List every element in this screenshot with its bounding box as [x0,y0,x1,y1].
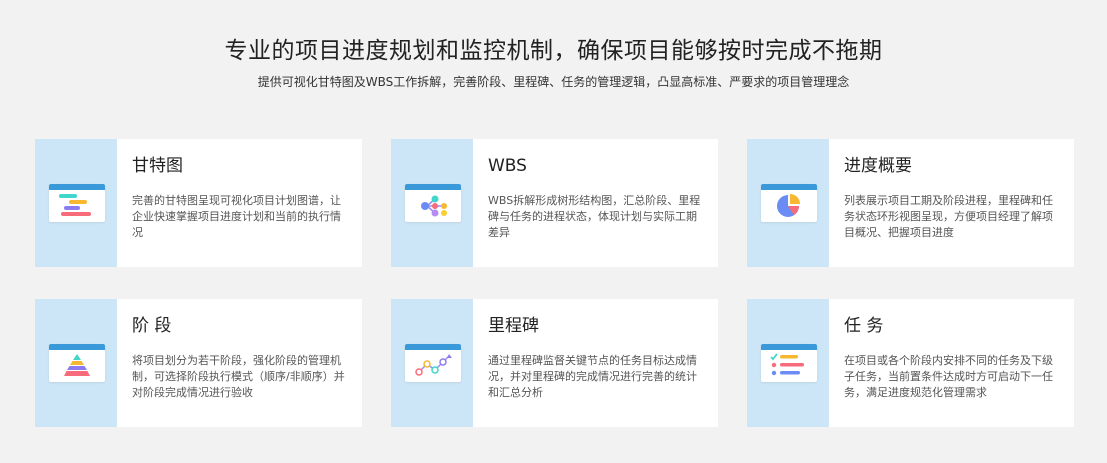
card-description: 在项目或各个阶段内安排不同的任务及下级子任务，当前置条件达成时方可启动下一任务，… [844,354,1053,399]
gantt-chart-icon [59,194,91,216]
card-title: 进度概要 [844,156,912,176]
icon-panel [747,139,829,267]
card-description: 列表展示项目工期及阶段进程，里程碑和任务状态环形视图呈现，方便项目经理了解项目概… [844,194,1053,239]
card-title: 甘特图 [132,156,183,176]
icon-panel [391,299,473,427]
card-description: WBS拆解形成树形结构图，汇总阶段、里程碑与任务的进程状态，体现计划与实际工期差… [488,194,701,239]
card-description: 完善的甘特图呈现可视化项目计划图谱，让企业快速掌握项目进度计划和当前的执行情况 [132,194,341,239]
icon-panel [35,299,117,427]
card-title: 任 务 [844,316,884,336]
card-title: 里程碑 [488,316,539,336]
wbs-tree-icon [421,195,447,217]
page-subtitle: 提供可视化甘特图及WBS工作拆解，完善阶段、里程碑、任务的管理逻辑，凸显高标准、… [257,75,850,89]
card-title: 阶 段 [132,316,172,336]
pyramid-icon [64,354,90,376]
feature-card-task[interactable]: 任 务 在项目或各个阶段内安排不同的任务及下级子任务，当前置条件达成时方可启动下… [747,299,1074,427]
card-description: 通过里程碑监督关键节点的任务目标达成情况，并对里程碑的完成情况进行完善的统计和汇… [488,354,697,399]
card-title: WBS [488,156,527,176]
feature-card-progress-overview[interactable]: 进度概要 列表展示项目工期及阶段进程，里程碑和任务状态环形视图呈现，方便项目经理… [747,139,1074,267]
icon-panel [391,139,473,267]
feature-card-milestone[interactable]: 里程碑 通过里程碑监督关键节点的任务目标达成情况，并对里程碑的完成情况进行完善的… [391,299,718,427]
task-list-icon [770,353,804,376]
page-title: 专业的项目进度规划和监控机制，确保项目能够按时完成不拖期 [224,38,883,64]
icon-panel [747,299,829,427]
icon-panel [35,139,117,267]
pie-chart-icon [777,194,800,217]
milestone-line-icon [415,354,452,376]
feature-card-gantt[interactable]: 甘特图 完善的甘特图呈现可视化项目计划图谱，让企业快速掌握项目进度计划和当前的执… [35,139,362,267]
feature-card-phase[interactable]: 阶 段 将项目划分为若干阶段，强化阶段的管理机制，可选择阶段执行模式（顺序/非顺… [35,299,362,427]
feature-card-wbs[interactable]: WBS WBS拆解形成树形结构图，汇总阶段、里程碑与任务的进程状态，体现计划与实… [391,139,718,267]
page: 专业的项目进度规划和监控机制，确保项目能够按时完成不拖期 提供可视化甘特图及WB… [0,0,1107,463]
card-description: 将项目划分为若干阶段，强化阶段的管理机制，可选择阶段执行模式（顺序/非顺序）并对… [132,354,345,399]
